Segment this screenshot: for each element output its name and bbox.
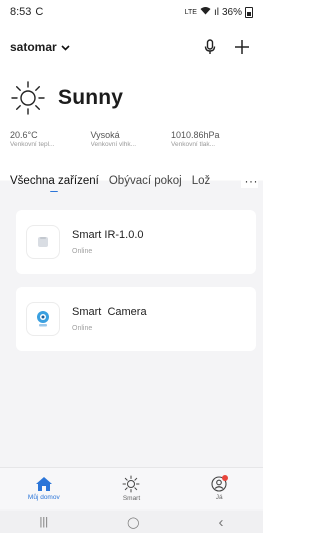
back-button[interactable]: ‹ bbox=[218, 514, 223, 531]
system-navigation-bar: ||| ◯ ‹ bbox=[0, 511, 263, 533]
camera-icon bbox=[26, 302, 60, 336]
device-card-camera[interactable]: Smart Camera Online bbox=[16, 287, 256, 351]
signal-icon: ıl bbox=[213, 6, 219, 18]
weather-panel[interactable]: Sunny 20.6°C Venkovní tepl... Vysoká Ven… bbox=[10, 80, 255, 148]
outdoor-humidity: Vysoká Venkovní vlhk... bbox=[90, 130, 137, 148]
battery-icon bbox=[245, 6, 253, 18]
microphone-button[interactable] bbox=[201, 38, 219, 56]
home-selector[interactable]: satomar bbox=[10, 40, 70, 54]
nav-smart[interactable]: Smart bbox=[96, 475, 166, 502]
battery-percent: 36% bbox=[221, 6, 242, 18]
sun-icon bbox=[11, 81, 45, 115]
app-screen: 8:53 C LTE ıl 36% satomar Sunny 20.6°C V… bbox=[0, 0, 263, 533]
nav-my-home[interactable]: Můj domov bbox=[9, 476, 79, 501]
weather-metrics: 20.6°C Venkovní tepl... Vysoká Venkovní … bbox=[10, 130, 255, 148]
nav-me[interactable]: Já bbox=[184, 475, 254, 501]
network-type-icon: LTE bbox=[184, 8, 197, 16]
device-name: Smart IR-1.0.0 bbox=[72, 229, 144, 241]
outdoor-temperature: 20.6°C Venkovní tepl... bbox=[10, 130, 55, 148]
microphone-icon bbox=[204, 39, 216, 54]
sun-icon bbox=[122, 475, 140, 493]
recent-apps-button[interactable]: ||| bbox=[40, 516, 49, 528]
home-icon bbox=[35, 477, 52, 491]
bottom-navigation: Můj domov Smart Já bbox=[0, 467, 263, 509]
notification-badge bbox=[222, 475, 229, 481]
tab-all-devices[interactable]: Všechna zařízení bbox=[10, 175, 99, 192]
device-status: Online bbox=[72, 248, 93, 255]
device-status: Online bbox=[72, 325, 93, 332]
add-device-button[interactable] bbox=[233, 38, 251, 56]
room-tabs: Všechna zařízení Obývací pokoj Lož ··· bbox=[10, 170, 260, 192]
status-time: 8:53 bbox=[10, 6, 32, 18]
home-name: satomar bbox=[10, 40, 57, 54]
top-bar: satomar bbox=[0, 34, 263, 60]
status-bar: 8:53 C LTE ıl 36% bbox=[0, 0, 263, 24]
ir-remote-icon bbox=[26, 225, 60, 259]
active-tab-indicator bbox=[50, 191, 59, 192]
chevron-down-icon bbox=[61, 40, 70, 54]
profile-icon bbox=[211, 475, 229, 492]
wifi-icon bbox=[200, 6, 211, 18]
plus-icon bbox=[235, 40, 249, 54]
tab-bedroom[interactable]: Lož bbox=[192, 175, 211, 187]
sync-icon: C bbox=[35, 6, 44, 18]
outdoor-pressure: 1010.86hPa Venkovní tlak... bbox=[171, 130, 220, 148]
more-rooms-button[interactable]: ··· bbox=[240, 174, 258, 188]
weather-condition: Sunny bbox=[58, 86, 124, 109]
device-card-ir[interactable]: Smart IR-1.0.0 Online bbox=[16, 210, 256, 274]
tab-living-room[interactable]: Obývací pokoj bbox=[109, 175, 182, 187]
home-button[interactable]: ◯ bbox=[127, 516, 139, 529]
device-name: Smart Camera bbox=[72, 306, 147, 318]
